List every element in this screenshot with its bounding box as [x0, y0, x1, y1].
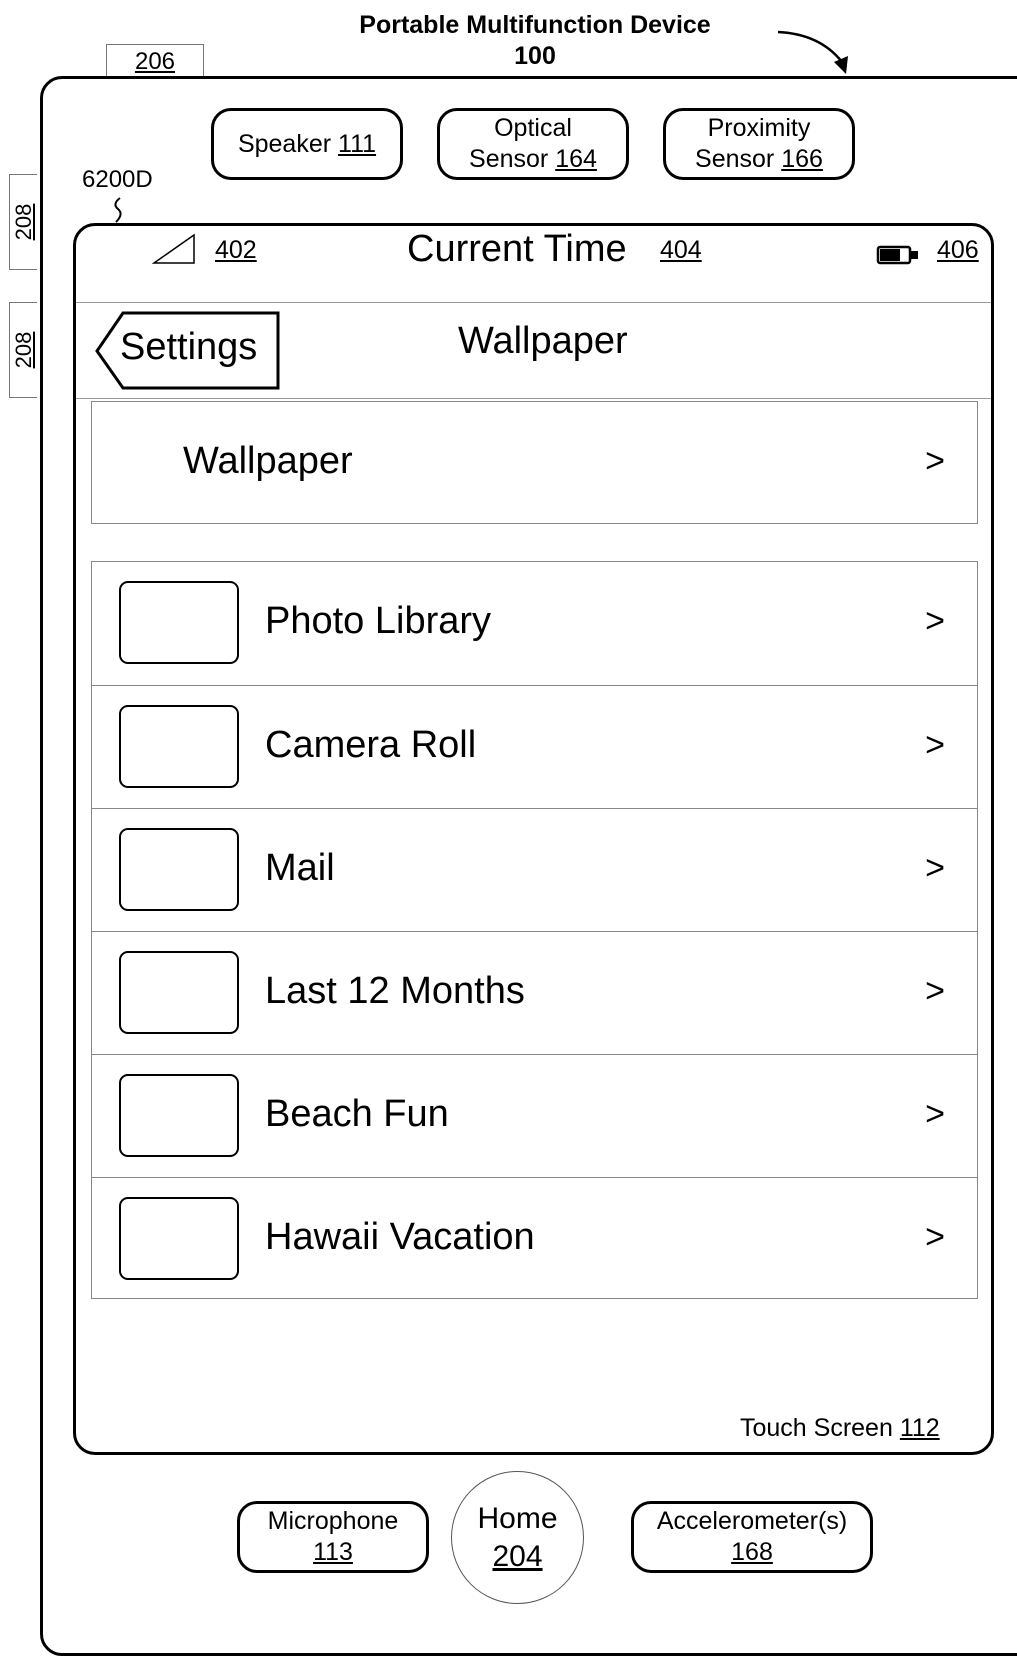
device-number: 100	[514, 42, 556, 70]
album-list: Photo Library > Camera Roll > Mail > Las…	[91, 561, 978, 1299]
chevron-right-icon: >	[925, 1095, 945, 1133]
chevron-right-icon: >	[925, 972, 945, 1010]
time-ref: 404	[660, 236, 702, 264]
list-item[interactable]: Beach Fun >	[92, 1054, 977, 1177]
accelerometer-box: Accelerometer(s) 168	[631, 1501, 873, 1573]
touch-screen-label: Touch Screen 112	[740, 1414, 940, 1442]
microphone-box: Microphone 113	[237, 1501, 429, 1573]
album-thumbnail	[119, 1197, 239, 1280]
chevron-right-icon: >	[925, 726, 945, 764]
album-label: Beach Fun	[265, 1093, 449, 1135]
list-item[interactable]: Camera Roll >	[92, 685, 977, 808]
album-thumbnail	[119, 705, 239, 788]
figure-title: Portable Multifunction Device 100	[300, 10, 770, 72]
album-label: Last 12 Months	[265, 970, 525, 1012]
proximity-sensor-box: Proximity Sensor 166	[663, 108, 855, 180]
device-title: Portable Multifunction Device	[359, 11, 711, 39]
chevron-right-icon: >	[925, 1218, 945, 1256]
leader-squiggle-icon	[114, 197, 122, 223]
side-button-208[interactable]: 208	[9, 302, 37, 398]
wallpaper-row-label: Wallpaper	[183, 440, 353, 482]
title-arrow-icon	[777, 30, 848, 74]
screen-ref-label: 6200D	[82, 166, 153, 193]
side-button-208[interactable]: 208	[9, 174, 37, 270]
ref-206-box: 206	[106, 44, 204, 78]
battery-ref: 406	[937, 236, 979, 264]
current-time: Current Time	[407, 228, 627, 270]
album-thumbnail	[119, 951, 239, 1034]
nav-bar-divider	[76, 398, 991, 399]
signal-ref: 402	[215, 236, 257, 264]
speaker-box: Speaker 111	[211, 108, 403, 180]
optical-sensor-box: Optical Sensor 164	[437, 108, 629, 180]
signal-strength-icon	[152, 233, 195, 264]
nav-title: Wallpaper	[458, 320, 628, 362]
album-label: Photo Library	[265, 600, 492, 642]
list-item[interactable]: Photo Library >	[92, 562, 977, 685]
list-item[interactable]: Last 12 Months >	[92, 931, 977, 1054]
home-button[interactable]: Home 204	[451, 1471, 584, 1604]
chevron-right-icon: >	[925, 442, 945, 480]
chevron-right-icon: >	[925, 849, 945, 887]
album-label: Hawaii Vacation	[265, 1216, 535, 1258]
album-label: Mail	[265, 847, 335, 889]
album-thumbnail	[119, 1074, 239, 1157]
list-item[interactable]: Mail >	[92, 808, 977, 931]
list-item[interactable]: Hawaii Vacation >	[92, 1177, 977, 1300]
status-bar-divider	[76, 302, 991, 303]
back-button-settings[interactable]: Settings	[120, 326, 257, 369]
wallpaper-row[interactable]: Wallpaper >	[91, 401, 978, 524]
chevron-right-icon: >	[925, 602, 945, 640]
album-thumbnail	[119, 581, 239, 664]
album-label: Camera Roll	[265, 724, 477, 766]
album-thumbnail	[119, 828, 239, 911]
battery-icon	[876, 245, 918, 265]
